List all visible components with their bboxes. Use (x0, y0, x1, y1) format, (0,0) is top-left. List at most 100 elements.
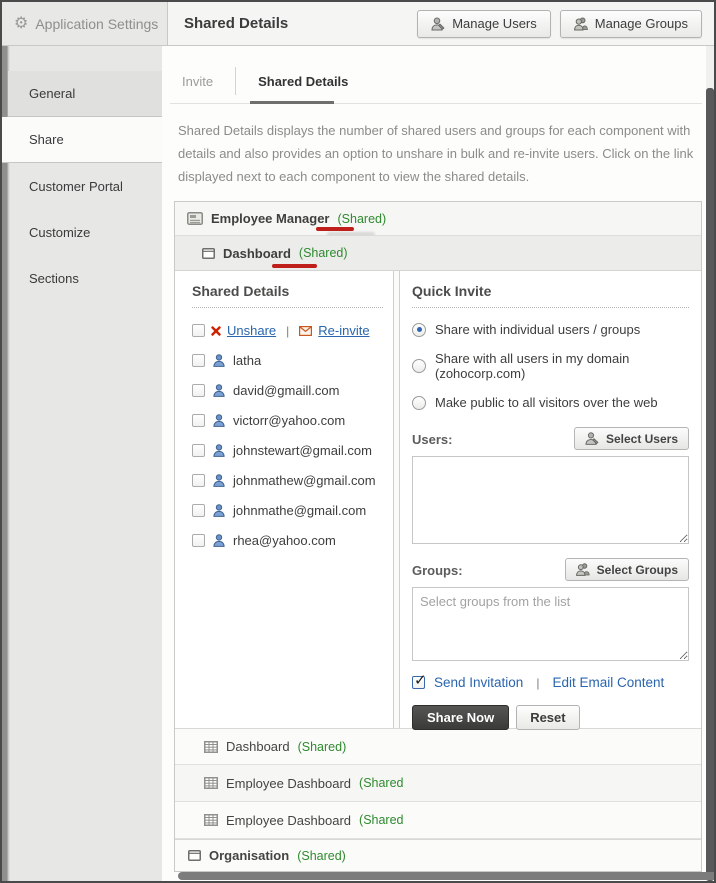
shared-link[interactable]: (Shared) (297, 849, 346, 863)
component-name: Dashboard (223, 246, 291, 261)
user-checkbox[interactable] (192, 504, 205, 517)
component-name: Employee Manager (211, 211, 330, 226)
shared-link[interactable]: (Shared (359, 813, 403, 827)
dotted-divider (412, 307, 689, 308)
sidebar-item-sections[interactable]: Sections (8, 255, 162, 301)
send-invitation-checkbox[interactable]: ✓ (412, 676, 425, 689)
tab-underline (170, 92, 702, 106)
radio-label: Share with all users in my domain (zohoc… (435, 351, 689, 381)
red-underline-annotation (272, 264, 317, 268)
user-name: david@gmaill.com (233, 383, 339, 398)
horizontal-scrollbar-thumb[interactable] (178, 872, 714, 880)
sidebar-item-label: Share (29, 132, 64, 147)
component-row-dashboard[interactable]: Dashboard (Shared) (175, 236, 701, 271)
shared-link[interactable]: (Shared) (338, 212, 387, 226)
sidebar-item-customize[interactable]: Customize (8, 209, 162, 255)
grid-icon (204, 814, 218, 826)
unshare-x-icon (211, 326, 221, 336)
radio-label: Share with individual users / groups (435, 322, 640, 337)
share-option-row: Make public to all visitors over the web (412, 395, 689, 410)
reinvite-link[interactable]: Re-invite (318, 323, 369, 338)
component-name: Dashboard (226, 739, 290, 754)
groups-textarea[interactable] (412, 587, 689, 661)
user-icon (213, 414, 225, 427)
tab-bar: Invite Shared Details (170, 70, 702, 92)
shared-details-title: Shared Details (192, 283, 383, 299)
mail-icon (299, 326, 312, 336)
check-icon: ✓ (414, 671, 427, 689)
user-checkbox[interactable] (192, 474, 205, 487)
pipe-separator: | (286, 324, 289, 338)
select-users-button[interactable]: Select Users (574, 427, 689, 450)
component-row-employee-dashboard-2[interactable]: Employee Dashboard (Shared (175, 802, 701, 839)
tab-shared-details[interactable]: Shared Details (258, 74, 348, 89)
user-icon (213, 444, 225, 457)
radio-individual-users[interactable] (412, 323, 426, 337)
shared-link[interactable]: (Shared (359, 776, 403, 790)
manage-users-label: Manage Users (452, 16, 537, 31)
quick-invite-panel: Quick Invite Share with individual users… (399, 271, 701, 728)
user-icon (213, 384, 225, 397)
manage-groups-button[interactable]: Manage Groups (560, 10, 702, 38)
component-row-organisation[interactable]: Organisation (Shared) (175, 839, 701, 871)
select-all-checkbox[interactable] (192, 324, 205, 337)
users-textarea[interactable] (412, 456, 689, 544)
select-groups-button[interactable]: Select Groups (565, 558, 689, 581)
users-group-gray-icon (576, 563, 590, 576)
share-option-row: Share with individual users / groups (412, 322, 689, 337)
manage-users-button[interactable]: Manage Users (417, 10, 551, 38)
sidebar-item-general[interactable]: General (8, 71, 162, 117)
bulk-action-row: Unshare | Re-invite (192, 323, 383, 338)
shared-user-row: victorr@yahoo.com (192, 413, 383, 428)
user-checkbox[interactable] (192, 444, 205, 457)
application-settings-header: ⚙ Application Settings (2, 2, 168, 46)
tab-invite[interactable]: Invite (182, 74, 213, 89)
shared-link[interactable]: (Shared) (299, 246, 348, 260)
groups-label: Groups: (412, 563, 463, 581)
user-checkbox[interactable] (192, 414, 205, 427)
user-name: johnmathe@gmail.com (233, 503, 366, 518)
body: General Share Customer Portal Customize … (2, 46, 714, 881)
users-label: Users: (412, 432, 452, 450)
sidebar-item-label: General (29, 86, 75, 101)
sidebar-item-share[interactable]: Share (2, 117, 162, 163)
component-name: Organisation (209, 848, 289, 863)
grid-icon (204, 777, 218, 789)
groups-field-header: Groups: Select Groups (412, 558, 689, 581)
users-group-gray-icon (574, 17, 588, 31)
application-settings-label: Application Settings (35, 16, 158, 32)
sidebar-item-label: Customize (29, 225, 90, 240)
send-invitation-label: Send Invitation (434, 675, 523, 690)
page-title: Shared Details (184, 15, 288, 32)
shared-user-row: johnstewart@gmail.com (192, 443, 383, 458)
shared-user-row: david@gmaill.com (192, 383, 383, 398)
quick-invite-title: Quick Invite (412, 283, 689, 299)
user-checkbox[interactable] (192, 384, 205, 397)
user-icon (213, 504, 225, 517)
header-main: Shared Details Manage Users Manage Group… (168, 2, 714, 46)
component-row-dashboard-2[interactable]: Dashboard (Shared) (175, 728, 701, 765)
reset-button[interactable]: Reset (516, 705, 579, 730)
shared-user-row: latha (192, 353, 383, 368)
pipe-separator: | (536, 676, 539, 690)
vertical-scrollbar-thumb[interactable] (706, 88, 714, 881)
sidebar-item-customer-portal[interactable]: Customer Portal (8, 163, 162, 209)
app-window: ⚙ Application Settings Shared Details Ma… (0, 0, 716, 883)
component-row-employee-manager[interactable]: Employee Manager (Shared) (175, 202, 701, 236)
sidebar-item-label: Customer Portal (29, 179, 123, 194)
user-gray-icon (585, 432, 599, 445)
edit-email-content-link[interactable]: Edit Email Content (552, 675, 664, 690)
user-checkbox[interactable] (192, 534, 205, 547)
action-buttons-row: Share Now Reset (412, 705, 689, 730)
shared-link[interactable]: (Shared) (298, 740, 347, 754)
manage-groups-label: Manage Groups (595, 16, 688, 31)
select-users-label: Select Users (606, 432, 678, 446)
radio-make-public[interactable] (412, 396, 426, 410)
radio-all-domain-users[interactable] (412, 359, 426, 373)
share-now-button[interactable]: Share Now (412, 705, 509, 730)
description-text: Shared Details displays the number of sh… (178, 119, 702, 188)
component-row-employee-dashboard-1[interactable]: Employee Dashboard (Shared (175, 765, 701, 802)
unshare-link[interactable]: Unshare (227, 323, 276, 338)
header-buttons: Manage Users Manage Groups (417, 10, 702, 38)
user-checkbox[interactable] (192, 354, 205, 367)
